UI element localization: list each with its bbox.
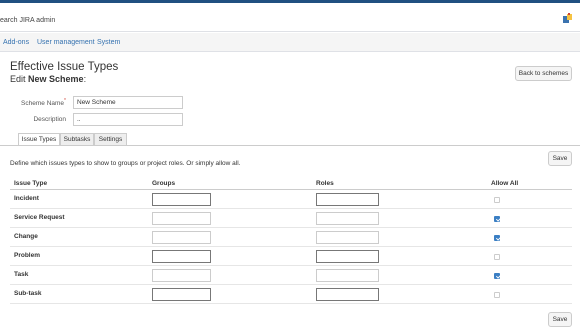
groups-input[interactable] xyxy=(152,288,211,301)
table-row: Service Request xyxy=(10,210,572,228)
table-row: Task xyxy=(10,267,572,285)
scheme-name-field[interactable]: New Scheme xyxy=(73,96,183,109)
allow-all-checkbox[interactable] xyxy=(494,254,500,260)
issue-type-label: Service Request xyxy=(14,214,65,221)
required-marker: * xyxy=(64,98,66,104)
table-row: Sub-task xyxy=(10,286,572,304)
nav-user-management[interactable]: User management xyxy=(37,39,95,46)
header-issue-type: Issue Type xyxy=(14,180,48,187)
issue-type-label: Sub-task xyxy=(14,290,42,297)
roles-input[interactable] xyxy=(316,193,379,206)
scheme-name-heading: New Scheme xyxy=(28,74,84,84)
roles-input[interactable] xyxy=(316,250,379,263)
scheme-name-label-text: Scheme Name xyxy=(21,100,65,108)
allow-all-checkbox[interactable] xyxy=(494,273,500,279)
allow-all-checkbox[interactable] xyxy=(494,197,500,203)
tab-divider xyxy=(0,145,580,146)
allow-all-checkbox[interactable] xyxy=(494,235,500,241)
header-allow-all: Allow All xyxy=(491,180,519,187)
subtitle-prefix: Edit xyxy=(10,74,26,84)
groups-input[interactable] xyxy=(152,212,211,225)
issue-type-label: Task xyxy=(14,271,29,278)
groups-input[interactable] xyxy=(152,231,211,244)
scheme-name-label: Scheme Name* xyxy=(6,98,66,107)
roles-input[interactable] xyxy=(316,212,379,225)
description-field[interactable]: .. xyxy=(73,113,183,126)
issue-type-label: Change xyxy=(14,233,38,240)
description-text: Define which issues types to show to gro… xyxy=(10,160,241,167)
groups-input[interactable] xyxy=(152,269,211,282)
save-button-bottom[interactable]: Save xyxy=(548,312,572,327)
table-row: Change xyxy=(10,229,572,247)
table-row: Problem xyxy=(10,248,572,266)
add-ons-icon[interactable] xyxy=(562,13,573,24)
header-roles: Roles xyxy=(316,180,334,187)
page-title: Effective Issue Types xyxy=(10,61,119,73)
admin-search-bar[interactable]: earch JIRA admin xyxy=(0,3,580,32)
table-header-divider xyxy=(10,189,572,190)
back-to-schemes-button[interactable]: Back to schemes xyxy=(515,66,572,81)
allow-all-checkbox[interactable] xyxy=(494,216,500,222)
issue-type-label: Problem xyxy=(14,252,41,259)
description-label: Description xyxy=(33,116,66,123)
subtitle-suffix: : xyxy=(83,74,87,84)
roles-input[interactable] xyxy=(316,231,379,244)
tab-subtasks[interactable]: Subtasks xyxy=(60,133,94,145)
issue-type-label: Incident xyxy=(14,195,39,202)
save-button-top[interactable]: Save xyxy=(548,151,572,166)
page-subtitle: Edit New Scheme: xyxy=(10,74,86,84)
nav-system[interactable]: System xyxy=(97,39,120,46)
admin-nav-bar: Add-ons User management System xyxy=(0,33,580,52)
groups-input[interactable] xyxy=(152,250,211,263)
groups-input[interactable] xyxy=(152,193,211,206)
roles-input[interactable] xyxy=(316,269,379,282)
nav-add-ons[interactable]: Add-ons xyxy=(3,39,29,46)
header-groups: Groups xyxy=(152,180,176,187)
roles-input[interactable] xyxy=(316,288,379,301)
table-row: Incident xyxy=(10,191,572,209)
tab-settings[interactable]: Settings xyxy=(94,133,127,145)
admin-search-text[interactable]: earch JIRA admin xyxy=(0,17,55,24)
allow-all-checkbox[interactable] xyxy=(494,292,500,298)
